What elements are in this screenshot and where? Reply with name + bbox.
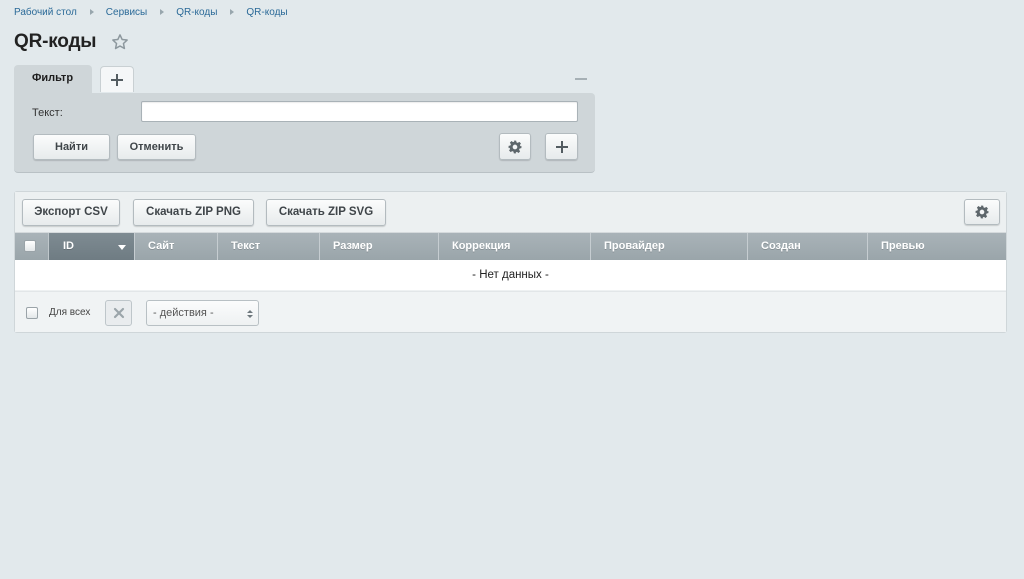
- star-icon[interactable]: [111, 33, 129, 51]
- empty-state: - Нет данных -: [15, 260, 1006, 291]
- add-filter-tab-button[interactable]: [100, 66, 134, 92]
- text-field-label: Текст:: [32, 107, 63, 119]
- actions-select-value: - действия -: [153, 307, 214, 319]
- grid-panel: Экспорт CSV Скачать ZIP PNG Скачать ZIP …: [14, 191, 1007, 333]
- column-label: ID: [63, 240, 74, 252]
- breadcrumb-item-qr-current[interactable]: QR-коды: [246, 7, 287, 18]
- cancel-button[interactable]: Отменить: [117, 134, 196, 160]
- column-header-preview[interactable]: Превью: [868, 233, 1006, 260]
- find-button[interactable]: Найти: [33, 134, 110, 160]
- grid-header: ID Сайт Текст Размер Коррекция Провайдер…: [15, 233, 1006, 260]
- column-header-created[interactable]: Создан: [748, 233, 868, 260]
- page-title: QR-коды: [14, 31, 97, 52]
- gear-icon: [975, 205, 989, 219]
- select-all-checkbox[interactable]: [24, 240, 36, 253]
- minimize-icon[interactable]: [575, 78, 587, 80]
- breadcrumb-item-desktop[interactable]: Рабочий стол: [14, 7, 77, 18]
- column-header-text[interactable]: Текст: [218, 233, 320, 260]
- gear-icon: [508, 140, 522, 153]
- updown-icon: [247, 310, 253, 318]
- tab-filter[interactable]: Фильтр: [14, 65, 92, 94]
- column-header-provider[interactable]: Провайдер: [591, 233, 748, 260]
- grid-toolbar: Экспорт CSV Скачать ZIP PNG Скачать ZIP …: [15, 192, 1006, 233]
- text-filter-input[interactable]: [141, 101, 578, 122]
- chevron-right-icon: [160, 9, 165, 15]
- breadcrumb: Рабочий стол Сервисы QR-коды QR-коды: [14, 5, 288, 19]
- download-zip-png-button[interactable]: Скачать ZIP PNG: [133, 199, 254, 226]
- add-filter-field-button[interactable]: [545, 133, 578, 160]
- actions-select[interactable]: - действия -: [146, 300, 259, 326]
- breadcrumb-item-qr[interactable]: QR-коды: [176, 7, 217, 18]
- grid-footer: Для всех - действия -: [15, 291, 1006, 332]
- breadcrumb-item-services[interactable]: Сервисы: [106, 7, 147, 18]
- chevron-right-icon: [89, 9, 94, 15]
- column-header-site[interactable]: Сайт: [135, 233, 218, 260]
- select-all-header: [15, 233, 49, 260]
- column-header-id[interactable]: ID: [49, 233, 135, 260]
- for-all-label: Для всех: [49, 307, 91, 318]
- grid-settings-button[interactable]: [964, 199, 1000, 225]
- export-csv-button[interactable]: Экспорт CSV: [22, 199, 120, 226]
- sort-down-icon: [118, 245, 126, 250]
- delete-button[interactable]: [105, 300, 132, 326]
- filter-settings-button[interactable]: [499, 133, 531, 160]
- column-header-correction[interactable]: Коррекция: [439, 233, 591, 260]
- column-header-size[interactable]: Размер: [320, 233, 439, 260]
- close-icon: [113, 307, 124, 319]
- chevron-right-icon: [230, 9, 235, 15]
- download-zip-svg-button[interactable]: Скачать ZIP SVG: [266, 199, 386, 226]
- for-all-checkbox[interactable]: [26, 307, 38, 319]
- filter-panel: Текст: Найти Отменить: [14, 93, 595, 173]
